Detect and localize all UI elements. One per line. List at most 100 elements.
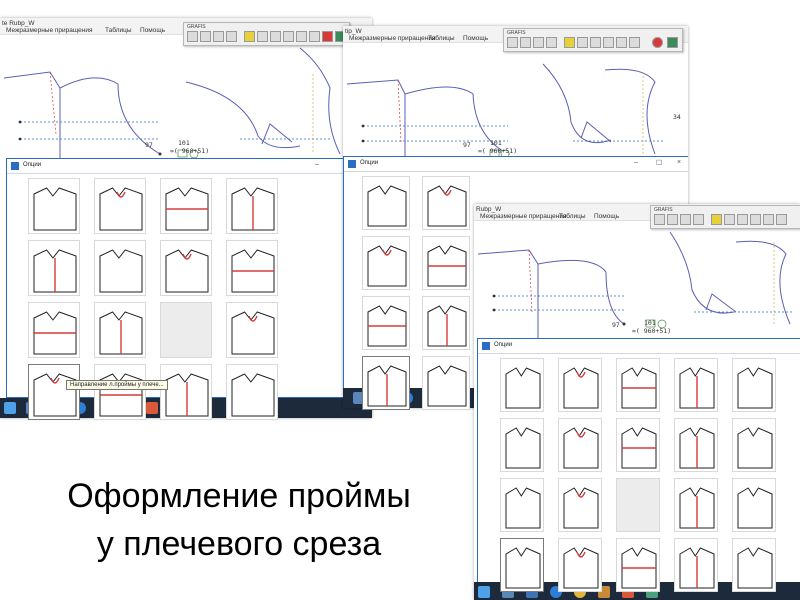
option-tile[interactable]	[160, 302, 212, 358]
option-tile[interactable]	[226, 240, 278, 296]
weight-icon[interactable]	[776, 214, 787, 225]
ruler-icon[interactable]	[564, 37, 575, 48]
print-icon[interactable]	[693, 214, 704, 225]
grid-icon[interactable]	[724, 214, 735, 225]
rotate-icon[interactable]	[283, 31, 294, 42]
arrow-down-icon[interactable]	[763, 214, 774, 225]
option-tile[interactable]	[422, 356, 470, 410]
option-tooltip: Направление л.проймы у плече...	[66, 380, 168, 390]
windows-start-icon[interactable]	[478, 586, 490, 598]
menu-item-increments[interactable]: Межразмерные приращения	[480, 213, 567, 220]
cut-icon[interactable]	[270, 31, 281, 42]
option-tile[interactable]	[160, 364, 212, 420]
option-tile[interactable]	[28, 302, 80, 358]
print-icon[interactable]	[546, 37, 557, 48]
option-tile[interactable]	[616, 418, 660, 472]
maximize-icon[interactable]: ☐	[656, 159, 662, 167]
rotate-icon[interactable]	[750, 214, 761, 225]
menu-item-help[interactable]: Помощь	[463, 35, 488, 42]
option-tile[interactable]	[28, 364, 80, 420]
save-icon[interactable]	[667, 214, 678, 225]
menu-item-increments[interactable]: Межразмерные приращения	[349, 35, 436, 42]
option-tile[interactable]	[362, 296, 410, 350]
option-tile[interactable]	[674, 358, 718, 412]
stop-icon[interactable]	[652, 37, 663, 48]
grid-icon[interactable]	[577, 37, 588, 48]
option-tile[interactable]	[732, 538, 776, 592]
option-tile[interactable]	[732, 358, 776, 412]
option-tile[interactable]	[226, 364, 278, 420]
option-tile[interactable]	[160, 178, 212, 234]
option-tile[interactable]	[362, 236, 410, 290]
weight-icon[interactable]	[629, 37, 640, 48]
cut-icon[interactable]	[590, 37, 601, 48]
option-tile[interactable]	[616, 358, 660, 412]
option-tile[interactable]	[362, 176, 410, 230]
option-tile[interactable]	[616, 538, 660, 592]
new-icon[interactable]	[654, 214, 665, 225]
options-titlebar: Опции – ☐ ×	[344, 157, 688, 172]
option-tile[interactable]	[674, 478, 718, 532]
menu-item-help[interactable]: Помощь	[594, 213, 619, 220]
option-tile[interactable]	[500, 538, 544, 592]
grid-icon[interactable]	[257, 31, 268, 42]
exit-icon[interactable]	[667, 37, 678, 48]
new-icon[interactable]	[507, 37, 518, 48]
option-tile[interactable]	[674, 418, 718, 472]
ruler-icon[interactable]	[244, 31, 255, 42]
option-tile[interactable]	[500, 478, 544, 532]
option-tile[interactable]	[28, 240, 80, 296]
option-tile[interactable]	[558, 478, 602, 532]
option-tile[interactable]	[422, 176, 470, 230]
minimize-icon[interactable]: –	[315, 161, 319, 168]
option-tile[interactable]	[94, 364, 146, 420]
menu-item-tables[interactable]: Таблицы	[105, 27, 132, 34]
option-tile[interactable]	[94, 302, 146, 358]
menu-item-help[interactable]: Помощь	[140, 27, 165, 34]
option-tile[interactable]	[94, 240, 146, 296]
toolbar-title: GRAFIS	[654, 207, 673, 213]
cut-icon[interactable]	[737, 214, 748, 225]
windows-start-icon[interactable]	[4, 402, 16, 414]
option-tile[interactable]	[226, 302, 278, 358]
zoom-icon[interactable]	[533, 37, 544, 48]
option-tile[interactable]	[732, 478, 776, 532]
option-tile[interactable]	[226, 178, 278, 234]
option-tile[interactable]	[558, 418, 602, 472]
pattern-canvas[interactable]	[343, 42, 688, 160]
menu-item-increments[interactable]: Межразмерные приращения	[6, 27, 93, 34]
stop-icon[interactable]	[322, 31, 333, 42]
print-icon[interactable]	[226, 31, 237, 42]
menu-item-tables[interactable]: Таблицы	[559, 213, 586, 220]
option-tile[interactable]	[558, 538, 602, 592]
option-tile[interactable]	[732, 418, 776, 472]
window-title: Rubp_W	[476, 206, 502, 213]
measure-c: =( 960+51)	[478, 147, 518, 155]
zoom-icon[interactable]	[680, 214, 691, 225]
option-tile[interactable]	[160, 240, 212, 296]
option-tile[interactable]	[422, 296, 470, 350]
zoom-icon[interactable]	[213, 31, 224, 42]
option-tile[interactable]	[500, 418, 544, 472]
ruler-icon[interactable]	[711, 214, 722, 225]
option-tile[interactable]	[558, 358, 602, 412]
arrow-down-icon[interactable]	[616, 37, 627, 48]
rotate-icon[interactable]	[603, 37, 614, 48]
pdf-icon[interactable]	[146, 402, 158, 414]
option-tile[interactable]	[500, 358, 544, 412]
option-tile[interactable]	[94, 178, 146, 234]
weight-icon[interactable]	[309, 31, 320, 42]
new-icon[interactable]	[187, 31, 198, 42]
menu-item-tables[interactable]: Таблицы	[428, 35, 455, 42]
option-tile[interactable]	[362, 356, 410, 410]
arrow-down-icon[interactable]	[296, 31, 307, 42]
save-icon[interactable]	[200, 31, 211, 42]
pattern-canvas[interactable]	[474, 220, 800, 338]
option-tile[interactable]	[422, 236, 470, 290]
close-icon[interactable]: ×	[677, 159, 681, 166]
option-tile[interactable]	[674, 538, 718, 592]
option-tile[interactable]	[28, 178, 80, 234]
option-tile[interactable]	[616, 478, 660, 532]
minimize-icon[interactable]: –	[634, 159, 638, 166]
save-icon[interactable]	[520, 37, 531, 48]
